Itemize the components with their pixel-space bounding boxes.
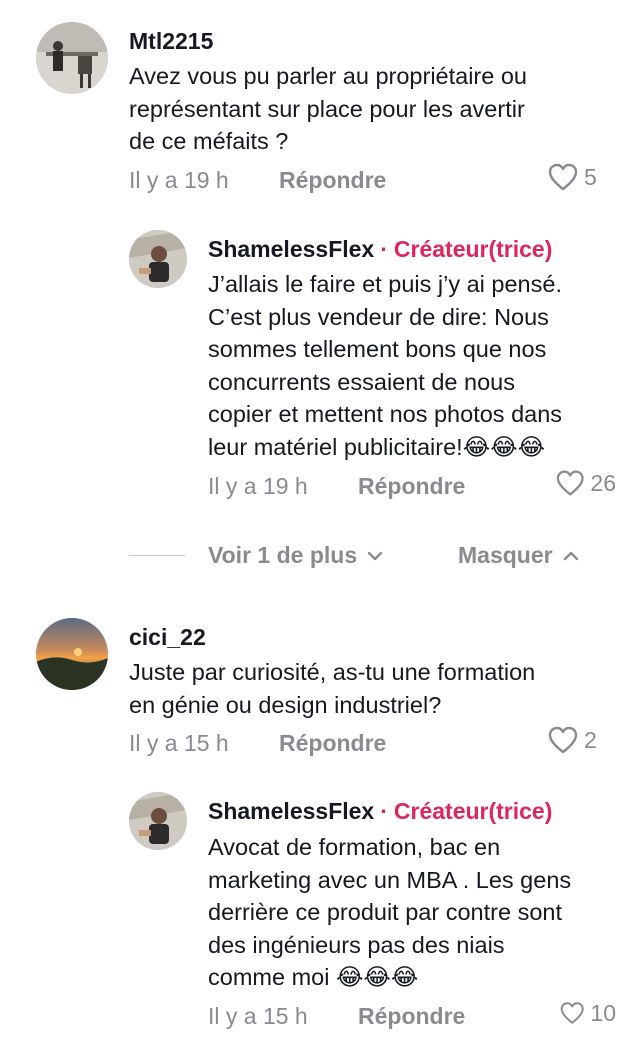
creator-badge: Créateur(trice): [393, 236, 553, 262]
reply-button[interactable]: Répondre: [279, 730, 386, 757]
reply-line: J’allais le faire et puis j’y ai pensé.: [208, 271, 562, 297]
avatar[interactable]: [129, 230, 187, 288]
reply-text: J’allais le faire et puis j’y ai pensé. …: [208, 268, 638, 463]
heart-icon: [560, 1002, 584, 1024]
reply-line: Avocat de formation, bac en: [208, 834, 501, 860]
separator-dot: ·: [380, 798, 388, 824]
reply-line: leur matériel publicitaire!😂😂😂: [208, 433, 546, 460]
avatar-photo: [36, 618, 108, 690]
like-count: 5: [584, 163, 597, 190]
like-button[interactable]: 2: [548, 726, 597, 754]
reply-username-text[interactable]: ShamelessFlex: [208, 236, 374, 262]
reply-timestamp: Il y a 15 h: [208, 1003, 308, 1029]
reply-line: sommes tellement bons que nos: [208, 336, 547, 362]
heart-icon: [548, 163, 578, 191]
reply-line: copier et mettent nos photos dans: [208, 401, 563, 427]
reply-line: des ingénieurs pas des niais: [208, 931, 505, 958]
reply-text: Avocat de formation, bac en marketing av…: [208, 831, 638, 994]
reply-username[interactable]: ShamelessFlex · Créateur(trice): [208, 236, 552, 263]
reply-button[interactable]: Répondre: [358, 1003, 465, 1030]
separator-dot: ·: [380, 236, 388, 262]
reply-line: C’est plus vendeur de dire: Nous: [208, 303, 549, 330]
comment-line: Avez vous pu parler au propriétaire ou: [129, 63, 527, 89]
comment-line: en génie ou design industriel?: [129, 691, 442, 718]
comment-text: Avez vous pu parler au propriétaire ou r…: [129, 60, 609, 158]
heart-icon: [556, 470, 584, 496]
reply-timestamp: Il y a 19 h: [208, 473, 308, 499]
heart-icon: [548, 726, 578, 754]
like-button[interactable]: 5: [548, 163, 597, 191]
reply-line: marketing avec un MBA . Les gens: [208, 866, 572, 893]
view-more-replies-button[interactable]: Voir 1 de plus: [208, 542, 383, 569]
avatar-photo: [129, 230, 187, 288]
comment-line: de ce méfaits ?: [129, 128, 289, 154]
avatar-photo: [36, 22, 108, 94]
reply-line: concurrents essaient de nous: [208, 368, 515, 395]
reply-line: derrière ce produit par contre sont: [208, 899, 562, 925]
avatar[interactable]: [36, 618, 108, 690]
like-count: 2: [584, 726, 597, 753]
comment-username[interactable]: cici_22: [129, 624, 206, 651]
avatar-photo: [129, 792, 187, 850]
comment-text: Juste par curiosité, as-tu une formation…: [129, 656, 609, 721]
creator-badge: Créateur(trice): [393, 798, 553, 824]
avatar[interactable]: [36, 22, 108, 94]
like-count: 10: [590, 999, 616, 1026]
like-count: 26: [590, 469, 616, 496]
reply-button[interactable]: Répondre: [358, 473, 465, 500]
reply-line: comme moi 😂😂😂: [208, 964, 419, 990]
hide-label: Masquer: [458, 542, 553, 568]
reply-username-text[interactable]: ShamelessFlex: [208, 798, 374, 824]
comment-username[interactable]: Mtl2215: [129, 28, 213, 55]
chevron-down-icon: [367, 551, 383, 560]
comment-timestamp: Il y a 15 h: [129, 730, 229, 756]
chevron-up-icon: [563, 551, 578, 560]
comment-line: représentant sur place pour les avertir: [129, 95, 525, 122]
avatar[interactable]: [129, 792, 187, 850]
hide-replies-button[interactable]: Masquer: [458, 542, 579, 569]
comment-line: Juste par curiosité, as-tu une formation: [129, 659, 536, 685]
view-more-label: Voir 1 de plus: [208, 542, 358, 568]
reply-username[interactable]: ShamelessFlex · Créateur(trice): [208, 798, 552, 825]
like-button[interactable]: 10: [560, 999, 616, 1027]
comment-timestamp: Il y a 19 h: [129, 167, 229, 193]
reply-button[interactable]: Répondre: [279, 167, 386, 194]
like-button[interactable]: 26: [556, 469, 616, 497]
divider: [129, 555, 185, 556]
